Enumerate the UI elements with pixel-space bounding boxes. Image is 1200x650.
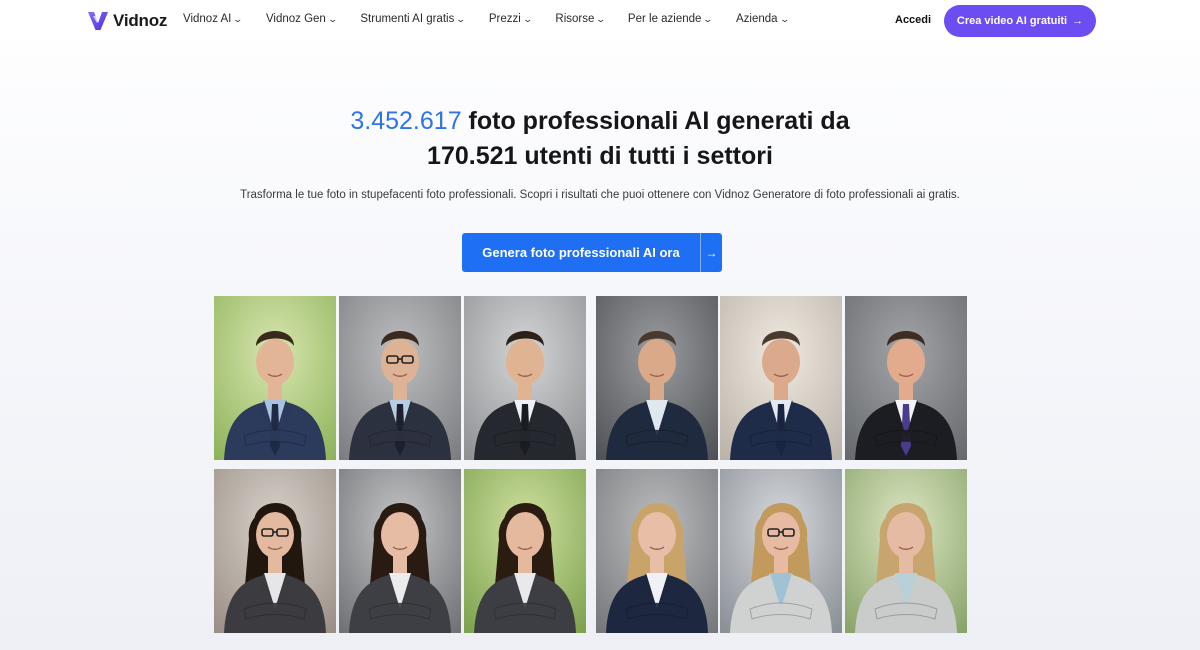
nav-item-label: Azienda xyxy=(736,13,778,25)
nav-item-label: Per le aziende xyxy=(627,13,702,25)
portrait-illustration xyxy=(845,296,967,460)
portrait-illustration xyxy=(339,469,461,633)
vidnoz-logo-icon xyxy=(88,12,108,30)
cta-label: Crea video AI gratuiti xyxy=(956,15,1068,27)
generate-headshots-button[interactable]: Genera foto professionali AI ora → xyxy=(462,233,722,272)
headshot-photo-portrait-woman-grey-bg xyxy=(339,469,461,633)
portrait-illustration xyxy=(339,296,461,460)
portrait-illustration xyxy=(596,296,718,460)
portrait-illustration xyxy=(720,296,842,460)
chevron-down-icon: ⌄ xyxy=(779,13,790,24)
headshot-photo-portrait-woman-blonde-navy xyxy=(596,469,718,633)
nav-item-label: Strumenti AI gratis xyxy=(360,13,455,25)
nav-item-strumenti-ai[interactable]: Strumenti AI gratis ⌄ xyxy=(360,13,467,25)
nav-item-risorse[interactable]: Risorse ⌄ xyxy=(555,13,607,25)
login-link[interactable]: Accedi xyxy=(895,14,931,26)
create-free-video-button[interactable]: Crea video AI gratuiti → xyxy=(944,5,1096,37)
chevron-down-icon: ⌄ xyxy=(522,13,533,24)
nav-item-label: Prezzi xyxy=(488,13,521,25)
headshot-photo-portrait-man-glasses-grey xyxy=(339,296,461,460)
headshot-photo-portrait-man-middle-aged-dark xyxy=(596,296,718,460)
portrait-illustration xyxy=(214,296,336,460)
portrait-illustration xyxy=(720,469,842,633)
headshot-photo-portrait-man-young-outdoor xyxy=(214,296,336,460)
chevron-down-icon: ⌄ xyxy=(232,13,244,24)
nav-item-vidnoz-ai[interactable]: Vidnoz AI ⌄ xyxy=(183,13,244,25)
nav-item-label: Vidnoz Gen xyxy=(265,13,326,25)
nav-item-azienda[interactable]: Azienda ⌄ xyxy=(736,13,790,25)
main-nav: Vidnoz AI ⌄ Vidnoz Gen ⌄ Strumenti AI grat… xyxy=(183,13,790,25)
nav-item-prezzi[interactable]: Prezzi ⌄ xyxy=(488,13,533,25)
top-navigation-bar: Vidnoz Vidnoz AI ⌄ Vidnoz Gen ⌄ Strumenti … xyxy=(0,0,1200,42)
vidnoz-logo[interactable]: Vidnoz xyxy=(86,8,167,34)
title-line2: 170.521 utenti di tutti i settori xyxy=(427,142,773,170)
logo-text: Vidnoz xyxy=(113,11,168,30)
headshot-photo-portrait-man-purple-tie xyxy=(845,296,967,460)
portrait-illustration xyxy=(464,296,586,460)
chevron-down-icon: ⌄ xyxy=(595,13,607,24)
portrait-illustration xyxy=(845,469,967,633)
arrow-right-icon: → xyxy=(705,245,718,260)
portrait-illustration xyxy=(596,469,718,633)
chevron-down-icon: ⌄ xyxy=(327,13,338,24)
portrait-illustration xyxy=(464,469,586,633)
nav-item-label: Risorse xyxy=(555,13,595,25)
nav-item-vidnoz-gen[interactable]: Vidnoz Gen ⌄ xyxy=(265,13,338,25)
headshot-photo-portrait-woman-blonde-light xyxy=(720,469,842,633)
headshot-photo-portrait-woman-outdoor xyxy=(464,469,586,633)
title-line1-rest: foto professionali AI generati da xyxy=(461,107,850,135)
generate-button-label: Genera foto professionali AI ora xyxy=(482,245,680,260)
chevron-down-icon: ⌄ xyxy=(702,13,714,24)
chevron-down-icon: ⌄ xyxy=(455,13,467,24)
headshot-photo-portrait-man-middle-aged-bright xyxy=(720,296,842,460)
portrait-illustration xyxy=(214,469,336,633)
headshot-photo-portrait-woman-blonde-outdoor xyxy=(845,469,967,633)
page-title: 3.452.617 foto professionali AI generati… xyxy=(0,104,1200,174)
headshot-photo-portrait-woman-glasses xyxy=(214,469,336,633)
nav-item-label: Vidnoz AI xyxy=(183,13,232,25)
photo-count: 3.452.617 xyxy=(350,107,462,135)
page-subtitle: Trasforma le tue foto in stupefacenti fo… xyxy=(240,189,960,201)
nav-item-per-le-aziende[interactable]: Per le aziende ⌄ xyxy=(627,13,714,25)
arrow-right-icon: → xyxy=(1072,15,1084,27)
headshot-photo-portrait-man-young-office xyxy=(464,296,586,460)
